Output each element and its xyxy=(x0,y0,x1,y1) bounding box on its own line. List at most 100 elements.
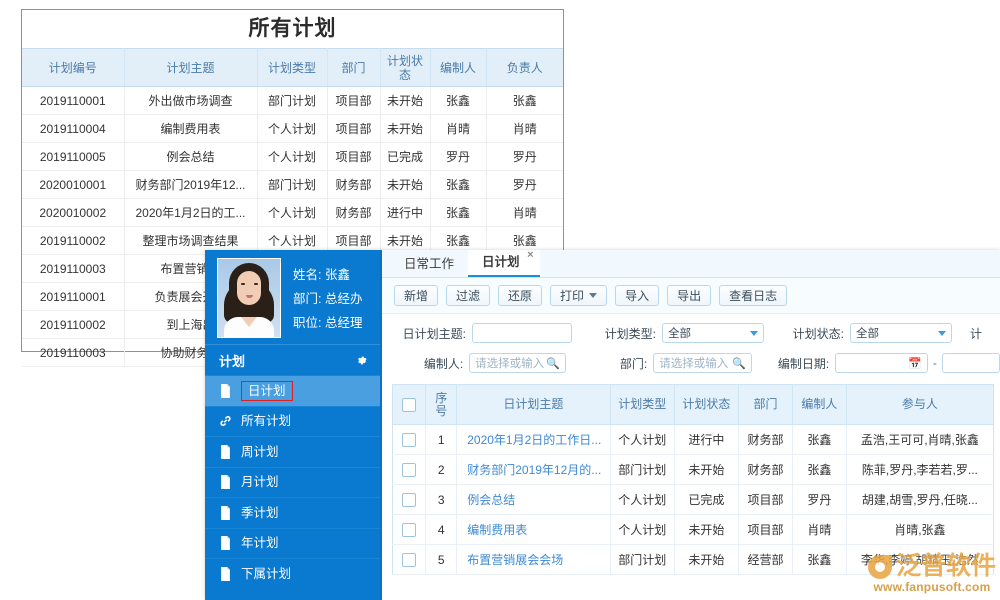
all-plans-title: 所有计划 xyxy=(22,10,563,48)
grid-col-3: 计划类型 xyxy=(610,385,674,425)
sidebar-item-3[interactable]: 月计划 xyxy=(205,467,380,498)
row-type: 个人计划 xyxy=(610,515,674,545)
filter-dept-input[interactable]: 请选择或输入 🔍 xyxy=(653,353,751,373)
toolbar-button-0[interactable]: 新增 xyxy=(394,285,438,306)
row-seq: 3 xyxy=(426,485,457,515)
toolbar-button-6[interactable]: 查看日志 xyxy=(719,285,787,306)
toolbar-button-3[interactable]: 打印 xyxy=(550,285,607,306)
table-row[interactable]: 2019110005例会总结个人计划项目部已完成罗丹罗丹 xyxy=(22,143,563,171)
tab-bar: 日常工作日计划 × xyxy=(382,250,1000,278)
grid-body: 12020年1月2日的工作日...个人计划进行中财务部张鑫孟浩,王可可,肖晴,张… xyxy=(393,425,994,575)
sidebar-item-label: 所有计划 xyxy=(241,415,291,428)
tab-1[interactable]: 日计划 × xyxy=(468,250,540,277)
row-status: 已完成 xyxy=(674,485,738,515)
row-members: 胡建,胡雪,罗丹,任晓... xyxy=(846,485,993,515)
row-dept: 财务部 xyxy=(739,455,793,485)
avatar xyxy=(217,258,281,338)
row-seq: 4 xyxy=(426,515,457,545)
row-checkbox[interactable] xyxy=(393,485,426,515)
table-row[interactable]: 2019110001外出做市场调查部门计划项目部未开始张鑫张鑫 xyxy=(22,87,563,115)
row-checkbox[interactable] xyxy=(393,545,426,575)
magnifier-icon[interactable]: 🔍 xyxy=(546,357,560,370)
toolbar-button-label: 打印 xyxy=(560,287,584,304)
checkbox-icon[interactable] xyxy=(402,398,416,412)
sidebar-item-label: 年计划 xyxy=(241,537,279,550)
toolbar-button-4[interactable]: 导入 xyxy=(615,285,659,306)
toolbar-button-1[interactable]: 过滤 xyxy=(446,285,490,306)
row-dept: 财务部 xyxy=(739,425,793,455)
filter-type-select[interactable]: 全部 xyxy=(662,323,764,343)
row-status: 未开始 xyxy=(674,545,738,575)
table-row[interactable]: 4编制费用表个人计划未开始项目部肖晴肖晴,张鑫 xyxy=(393,515,994,545)
table-row[interactable]: 2020010001财务部门2019年12...部门计划财务部未开始张鑫罗丹 xyxy=(22,171,563,199)
close-icon[interactable]: × xyxy=(527,250,533,261)
row-checkbox[interactable] xyxy=(393,515,426,545)
checkbox-icon[interactable] xyxy=(402,553,416,567)
table-row[interactable]: 5布置营销展会会场部门计划未开始经营部张鑫李华,李婷,胡精玉,浩然 xyxy=(393,545,994,575)
row-dept: 项目部 xyxy=(739,515,793,545)
select-all-checkbox[interactable] xyxy=(393,385,426,425)
row-subject[interactable]: 例会总结 xyxy=(457,485,610,515)
toolbar-button-5[interactable]: 导出 xyxy=(667,285,711,306)
row-author: 张鑫 xyxy=(792,455,846,485)
filter-author-input[interactable]: 请选择或输入 🔍 xyxy=(469,353,566,373)
sidebar: 姓名: 张鑫 部门: 总经办 职位: 总经理 计划 日计划所有计划周计划月计划季… xyxy=(205,250,380,600)
filter-date-to[interactable] xyxy=(942,353,1000,373)
all-plans-col-5: 编制人 xyxy=(430,49,486,87)
row-checkbox[interactable] xyxy=(393,425,426,455)
row-subject[interactable]: 财务部门2019年12月的... xyxy=(457,455,610,485)
sidebar-item-0[interactable]: 日计划 xyxy=(205,375,380,406)
row-checkbox[interactable] xyxy=(393,455,426,485)
filter-author-placeholder: 请选择或输入 xyxy=(475,355,546,371)
sidebar-item-6[interactable]: 下属计划 xyxy=(205,558,380,589)
sidebar-item-1[interactable]: 所有计划 xyxy=(205,406,380,437)
row-subject[interactable]: 编制费用表 xyxy=(457,515,610,545)
row-seq: 1 xyxy=(426,425,457,455)
checkbox-icon[interactable] xyxy=(402,523,416,537)
calendar-icon[interactable]: 📅 xyxy=(908,357,922,370)
tab-0[interactable]: 日常工作 xyxy=(390,251,468,277)
all-plans-col-6: 负责人 xyxy=(486,49,563,87)
sidebar-item-4[interactable]: 季计划 xyxy=(205,497,380,528)
tab-label: 日计划 xyxy=(482,255,520,269)
row-subject[interactable]: 2020年1月2日的工作日... xyxy=(457,425,610,455)
daily-plan-grid: 序号日计划主题计划类型计划状态部门编制人参与人 12020年1月2日的工作日..… xyxy=(392,384,994,575)
sidebar-item-label: 月计划 xyxy=(241,476,279,489)
row-author: 张鑫 xyxy=(792,425,846,455)
row-members: 陈菲,罗丹,李若若,罗... xyxy=(846,455,993,485)
table-row[interactable]: 2019110004编制费用表个人计划项目部未开始肖晴肖晴 xyxy=(22,115,563,143)
table-row[interactable]: 3例会总结个人计划已完成项目部罗丹胡建,胡雪,罗丹,任晓... xyxy=(393,485,994,515)
row-status: 进行中 xyxy=(674,425,738,455)
row-subject[interactable]: 布置营销展会会场 xyxy=(457,545,610,575)
row-type: 部门计划 xyxy=(610,455,674,485)
toolbar-button-2[interactable]: 还原 xyxy=(498,285,542,306)
grid-col-5: 部门 xyxy=(739,385,793,425)
magnifier-icon[interactable]: 🔍 xyxy=(732,357,746,370)
filter-status-select[interactable]: 全部 xyxy=(850,323,952,343)
checkbox-icon[interactable] xyxy=(402,463,416,477)
row-type: 个人计划 xyxy=(610,485,674,515)
plan-app-window: 姓名: 张鑫 部门: 总经办 职位: 总经理 计划 日计划所有计划周计划月计划季… xyxy=(205,250,1000,600)
filter-type-value: 全部 xyxy=(668,325,750,341)
sidebar-item-5[interactable]: 年计划 xyxy=(205,528,380,559)
user-profile-card: 姓名: 张鑫 部门: 总经办 职位: 总经理 xyxy=(205,250,380,344)
table-row[interactable]: 20200100022020年1月2日的工...个人计划财务部进行中张鑫肖晴 xyxy=(22,199,563,227)
chevron-down-icon xyxy=(589,293,597,298)
sidebar-section-header: 计划 xyxy=(205,344,380,375)
checkbox-icon[interactable] xyxy=(402,433,416,447)
toolbar-button-label: 过滤 xyxy=(456,287,480,304)
grid-col-2: 日计划主题 xyxy=(457,385,610,425)
filter-subject-input[interactable] xyxy=(472,323,572,343)
row-type: 部门计划 xyxy=(610,545,674,575)
sidebar-item-2[interactable]: 周计划 xyxy=(205,436,380,467)
file-icon xyxy=(219,536,232,550)
row-seq: 2 xyxy=(426,455,457,485)
data-grid-wrapper[interactable]: 序号日计划主题计划类型计划状态部门编制人参与人 12020年1月2日的工作日..… xyxy=(382,380,1000,600)
gear-icon[interactable] xyxy=(355,354,368,367)
table-row[interactable]: 12020年1月2日的工作日...个人计划进行中财务部张鑫孟浩,王可可,肖晴,张… xyxy=(393,425,994,455)
checkbox-icon[interactable] xyxy=(402,493,416,507)
filter-row-1: 日计划主题: 计划类型: 全部 计划状态: 全部 计 xyxy=(382,320,1000,346)
table-row[interactable]: 2财务部门2019年12月的...部门计划未开始财务部张鑫陈菲,罗丹,李若若,罗… xyxy=(393,455,994,485)
sidebar-section-title: 计划 xyxy=(219,351,245,370)
filter-date-from[interactable]: 📅 xyxy=(835,353,928,373)
